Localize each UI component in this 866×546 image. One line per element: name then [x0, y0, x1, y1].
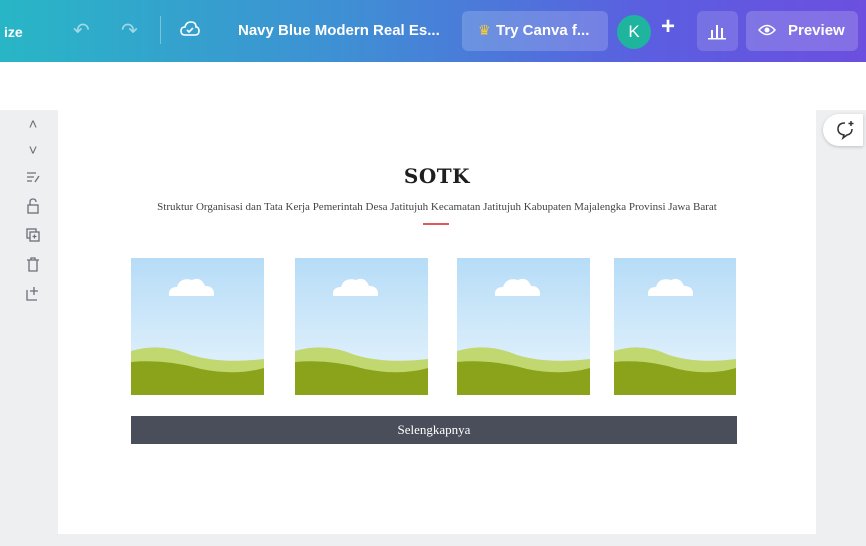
trash-icon[interactable]	[22, 257, 44, 277]
image-placeholder[interactable]	[614, 258, 736, 395]
image-placeholder[interactable]	[295, 258, 428, 395]
design-title[interactable]: Navy Blue Modern Real Es...	[238, 21, 440, 41]
lock-icon[interactable]	[22, 198, 44, 219]
add-collaborator-icon[interactable]: +	[661, 15, 675, 39]
preview-label[interactable]: Preview	[788, 21, 845, 41]
undo-icon[interactable]: ↶	[73, 21, 90, 41]
image-placeholder[interactable]	[457, 258, 590, 395]
selengkapnya-button[interactable]: Selengkapnya	[131, 416, 737, 444]
resize-button[interactable]: ize	[4, 22, 23, 42]
chevron-down-icon[interactable]: ˅	[22, 142, 44, 160]
page-subtitle[interactable]: Struktur Organisasi dan Tata Kerja Pemer…	[58, 201, 816, 213]
crown-icon: ♛	[478, 22, 491, 38]
avatar[interactable]: K	[617, 15, 651, 49]
page-title[interactable]: SOTK	[58, 164, 816, 188]
toolbar-divider	[160, 16, 161, 44]
notes-icon[interactable]	[22, 170, 44, 189]
insights-icon	[708, 25, 726, 40]
accent-divider[interactable]	[423, 223, 449, 225]
eye-icon	[758, 24, 776, 36]
comment-icon	[837, 121, 854, 140]
cloud-saved-icon[interactable]	[180, 20, 200, 42]
duplicate-icon[interactable]	[22, 228, 44, 247]
add-page-icon[interactable]	[22, 286, 44, 306]
try-canva-label[interactable]: Try Canva f...	[496, 21, 589, 41]
chevron-up-icon[interactable]: ˄	[22, 116, 44, 134]
redo-icon[interactable]: ↷	[121, 21, 138, 41]
image-placeholder[interactable]	[131, 258, 264, 395]
